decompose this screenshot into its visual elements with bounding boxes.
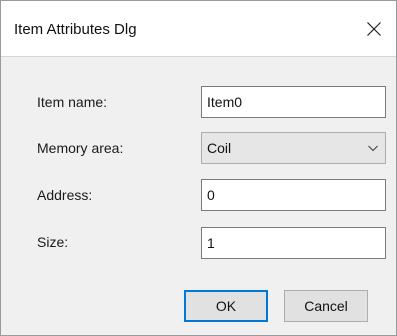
ok-button[interactable]: OK bbox=[184, 290, 268, 322]
address-input[interactable] bbox=[201, 179, 386, 211]
ok-button-label: OK bbox=[215, 298, 237, 314]
memory-area-selected-value: Coil bbox=[207, 140, 232, 156]
close-icon bbox=[367, 22, 381, 36]
title-bar: Item Attributes Dlg bbox=[1, 1, 396, 57]
item-attributes-dialog: Item Attributes Dlg Item name: Memory ar… bbox=[0, 0, 397, 336]
item-name-input[interactable] bbox=[201, 86, 386, 118]
chevron-down-icon bbox=[368, 145, 378, 152]
size-input[interactable] bbox=[201, 227, 386, 259]
item-name-label: Item name: bbox=[37, 94, 108, 110]
memory-area-select[interactable]: Coil bbox=[201, 132, 386, 164]
size-label: Size: bbox=[37, 234, 69, 250]
cancel-button[interactable]: Cancel bbox=[284, 290, 368, 322]
cancel-button-label: Cancel bbox=[304, 298, 348, 314]
memory-area-label: Memory area: bbox=[37, 140, 124, 156]
close-button[interactable] bbox=[352, 1, 396, 57]
address-label: Address: bbox=[37, 187, 93, 203]
dialog-title: Item Attributes Dlg bbox=[14, 21, 137, 38]
